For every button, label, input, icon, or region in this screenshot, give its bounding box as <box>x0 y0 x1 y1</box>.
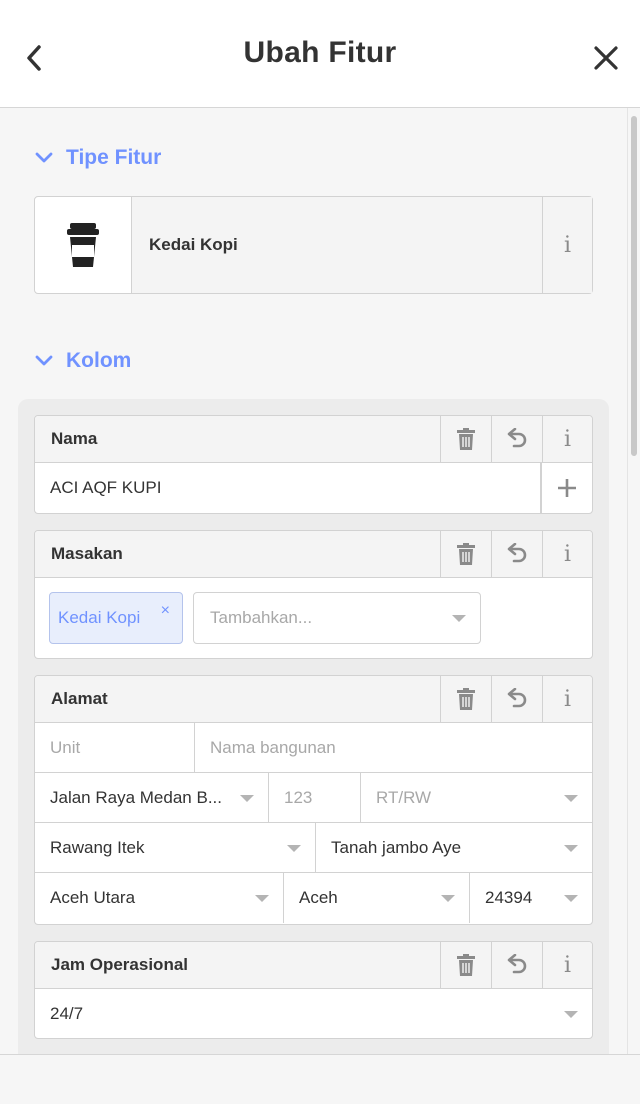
address-row: Jalan Raya Medan B... 123 RT/RW <box>35 773 592 823</box>
postcode-combo[interactable]: 24394 <box>470 873 592 923</box>
province-combo[interactable]: Aceh <box>284 873 470 923</box>
address-row: Unit Nama bangunan <box>35 723 592 773</box>
caret-down-icon <box>287 844 301 852</box>
field-label: Masakan <box>51 544 123 563</box>
regency-combo[interactable]: Aceh Utara <box>35 873 284 923</box>
field-info-button[interactable]: i <box>542 942 592 988</box>
postcode-value: 24394 <box>485 888 533 907</box>
caret-down-icon <box>564 794 578 802</box>
info-icon: i <box>563 426 572 452</box>
combo-placeholder: Tambahkan... <box>210 608 313 627</box>
preset-icon-cell <box>35 197 132 293</box>
chip-label: Kedai Kopi <box>58 608 141 627</box>
delete-button[interactable] <box>440 416 491 462</box>
trash-icon <box>457 954 475 976</box>
info-icon: i <box>563 686 572 712</box>
info-icon: i <box>563 232 572 258</box>
field-info-button[interactable]: i <box>542 531 592 577</box>
building-name-input[interactable]: Nama bangunan <box>195 723 592 772</box>
field-row: 24/7 <box>35 989 592 1038</box>
coffee-cup-icon <box>67 223 99 267</box>
cuisine-chip: Kedai Kopi × <box>49 592 183 644</box>
close-icon <box>594 46 618 70</box>
preset-info-button[interactable]: i <box>542 197 592 293</box>
unit-input[interactable]: Unit <box>35 723 195 772</box>
field-label: Alamat <box>51 689 108 708</box>
undo-icon <box>507 543 527 563</box>
address-row: Rawang Itek Tanah jambo Aye <box>35 823 592 873</box>
field-row: ACI AQF KUPI <box>35 463 592 513</box>
caret-down-icon <box>240 794 254 802</box>
section-label: Kolom <box>66 349 132 372</box>
caret-down-icon <box>255 895 269 902</box>
field-header: Alamat i <box>35 676 592 723</box>
inspector-body[interactable]: Tipe Fitur Kedai Kopi i Kolom Nama i ACI… <box>0 108 627 1054</box>
chevron-down-icon <box>34 354 54 368</box>
trash-icon <box>457 543 475 565</box>
street-value: Jalan Raya Medan B... <box>50 787 222 807</box>
street-combo[interactable]: Jalan Raya Medan B... <box>35 773 269 822</box>
caret-down-icon <box>564 1011 578 1018</box>
undo-icon <box>507 428 527 448</box>
cuisine-combo-area: Kedai Kopi × Tambahkan... <box>35 578 592 658</box>
preset-selector[interactable]: Kedai Kopi i <box>34 196 593 294</box>
delete-button[interactable] <box>440 676 491 722</box>
field-cuisine: Masakan i Kedai Kopi × Tambahkan... <box>34 530 593 659</box>
field-name: Nama i ACI AQF KUPI <box>34 415 593 514</box>
add-name-button[interactable] <box>541 463 592 513</box>
delete-button[interactable] <box>440 531 491 577</box>
district-combo[interactable]: Tanah jambo Aye <box>316 823 592 872</box>
caret-down-icon <box>452 615 466 622</box>
address-row: Aceh Utara Aceh 24394 <box>35 873 592 923</box>
field-opening-hours: Jam Operasional i 24/7 <box>34 941 593 1039</box>
field-address: Alamat i Unit Nama bangunan Jalan Raya M… <box>34 675 593 925</box>
footer-bar <box>0 1054 640 1104</box>
province-value: Aceh <box>299 888 338 907</box>
revert-button[interactable] <box>491 942 542 988</box>
regency-value: Aceh Utara <box>50 888 136 907</box>
revert-button[interactable] <box>491 416 542 462</box>
field-header: Nama i <box>35 416 592 463</box>
plus-icon <box>558 479 576 497</box>
district-value: Tanah jambo Aye <box>331 837 462 857</box>
chip-remove-button[interactable]: × <box>161 602 170 620</box>
preset-name: Kedai Kopi <box>132 197 542 293</box>
rtrw-placeholder: RT/RW <box>376 787 432 807</box>
field-label: Nama <box>51 429 98 448</box>
trash-icon <box>457 688 475 710</box>
trash-icon <box>457 428 475 450</box>
field-label: Jam Operasional <box>51 955 189 974</box>
preset-section-toggle[interactable]: Tipe Fitur <box>34 146 161 170</box>
opening-hours-combo[interactable]: 24/7 <box>35 989 592 1038</box>
field-info-button[interactable]: i <box>542 676 592 722</box>
delete-button[interactable] <box>440 942 491 988</box>
village-combo[interactable]: Rawang Itek <box>35 823 316 872</box>
caret-down-icon <box>564 895 578 902</box>
scrollbar-thumb[interactable] <box>631 116 637 456</box>
caret-down-icon <box>564 844 578 852</box>
rtrw-combo[interactable]: RT/RW <box>361 773 592 822</box>
undo-icon <box>507 688 527 708</box>
housenumber-input[interactable]: 123 <box>269 773 361 822</box>
field-info-button[interactable]: i <box>542 416 592 462</box>
revert-button[interactable] <box>491 676 542 722</box>
undo-icon <box>507 954 527 974</box>
close-button[interactable] <box>588 38 624 78</box>
revert-button[interactable] <box>491 531 542 577</box>
field-header: Jam Operasional i <box>35 942 592 989</box>
name-input[interactable]: ACI AQF KUPI <box>35 463 541 513</box>
fields-section-toggle[interactable]: Kolom <box>34 349 131 373</box>
chevron-down-icon <box>34 151 54 165</box>
cuisine-add-combo[interactable]: Tambahkan... <box>193 592 481 644</box>
page-title: Ubah Fitur <box>243 36 397 69</box>
village-value: Rawang Itek <box>50 837 145 857</box>
caret-down-icon <box>441 895 455 902</box>
info-icon: i <box>563 952 572 978</box>
section-label: Tipe Fitur <box>66 146 162 169</box>
info-icon: i <box>563 541 572 567</box>
editor-header: Ubah Fitur <box>0 0 640 108</box>
opening-hours-value: 24/7 <box>50 1004 84 1023</box>
field-header: Masakan i <box>35 531 592 578</box>
scrollbar[interactable] <box>627 108 640 1054</box>
